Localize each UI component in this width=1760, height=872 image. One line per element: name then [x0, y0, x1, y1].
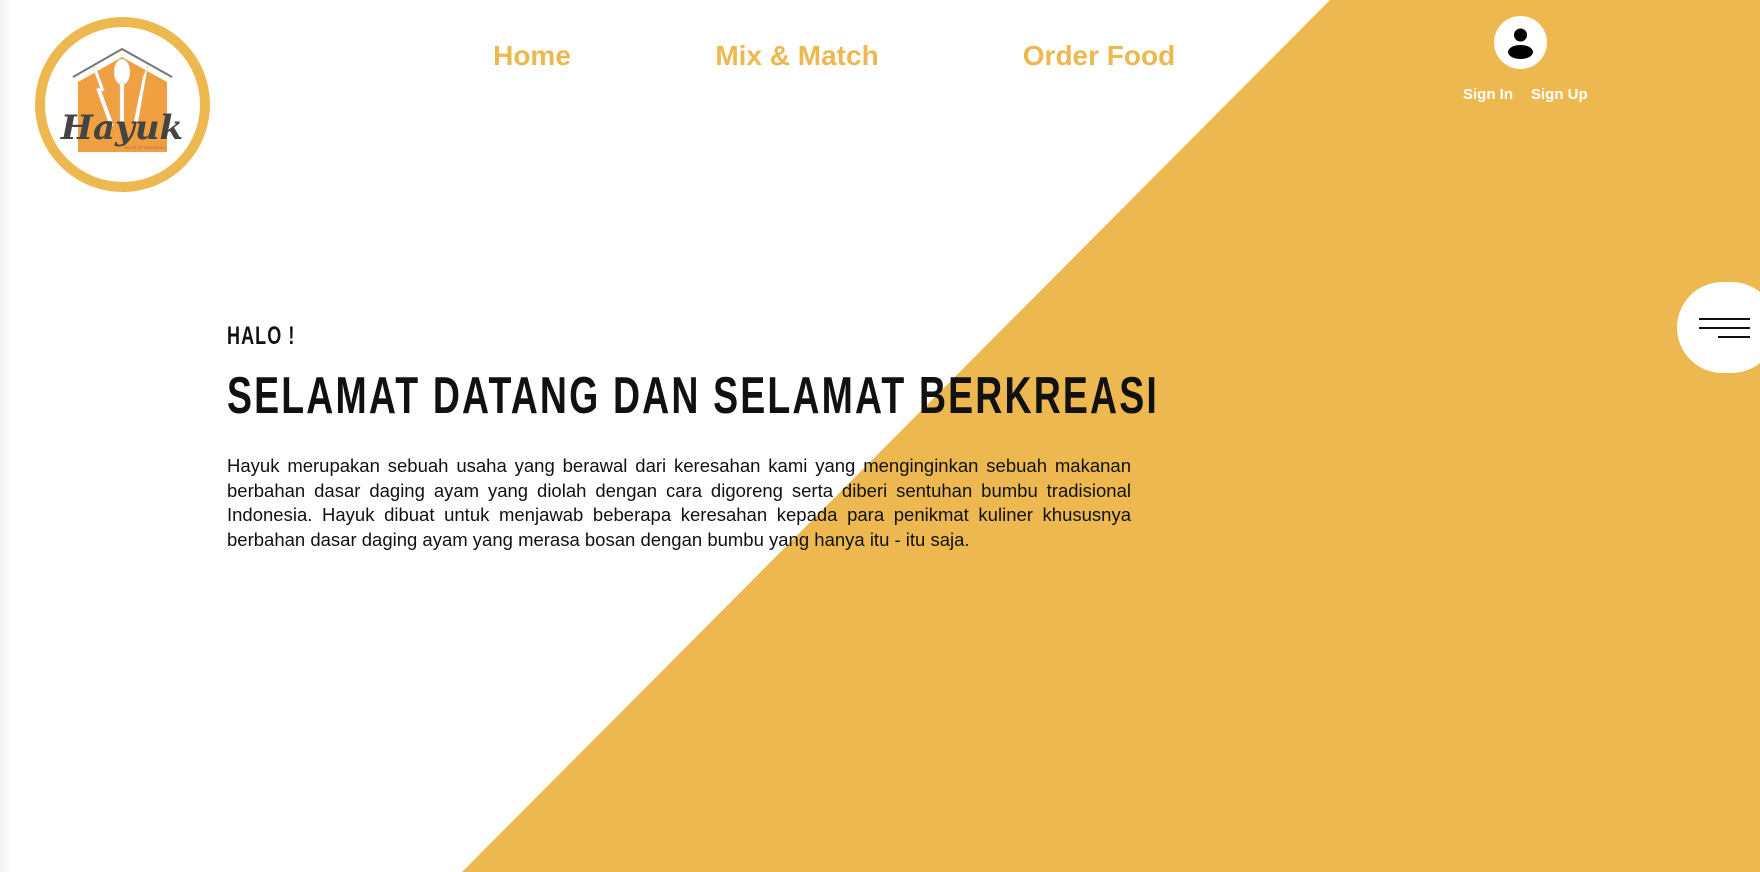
nav-home[interactable]: Home	[493, 40, 571, 72]
hero-description: Hayuk merupakan sebuah usaha yang berawa…	[227, 455, 1131, 550]
sign-up-link[interactable]: Sign Up	[1531, 86, 1588, 103]
sign-in-link[interactable]: Sign In	[1463, 86, 1513, 103]
nav-order-food[interactable]: Order Food	[1023, 40, 1175, 72]
hero-title: SELAMAT DATANG DAN SELAMAT BERKREASI	[227, 370, 1521, 422]
hamburger-line	[1699, 327, 1750, 329]
hero-greeting: HALO !	[227, 322, 322, 351]
nav-mix-and-match[interactable]: Mix & Match	[715, 40, 878, 72]
svg-text:TASTE OF INDONESIA: TASTE OF INDONESIA	[124, 145, 167, 150]
hero-title-text: SELAMAT DATANG DAN SELAMAT BERKREASI	[227, 367, 1159, 425]
diagonal-accent-background	[462, 0, 1760, 872]
user-icon[interactable]	[1494, 16, 1547, 69]
hamburger-menu-button[interactable]	[1677, 282, 1760, 373]
logo-image: Hayuk TASTE OF INDONESIA	[60, 47, 183, 152]
hayuk-logo[interactable]: Hayuk TASTE OF INDONESIA	[35, 17, 210, 192]
svg-text:Hayuk: Hayuk	[60, 108, 183, 148]
hero-greeting-text: HALO !	[227, 322, 296, 350]
hamburger-line	[1718, 336, 1750, 338]
hamburger-menu-icon	[1699, 318, 1750, 320]
page: Hayuk TASTE OF INDONESIA Home Mix & Matc…	[0, 0, 1760, 872]
